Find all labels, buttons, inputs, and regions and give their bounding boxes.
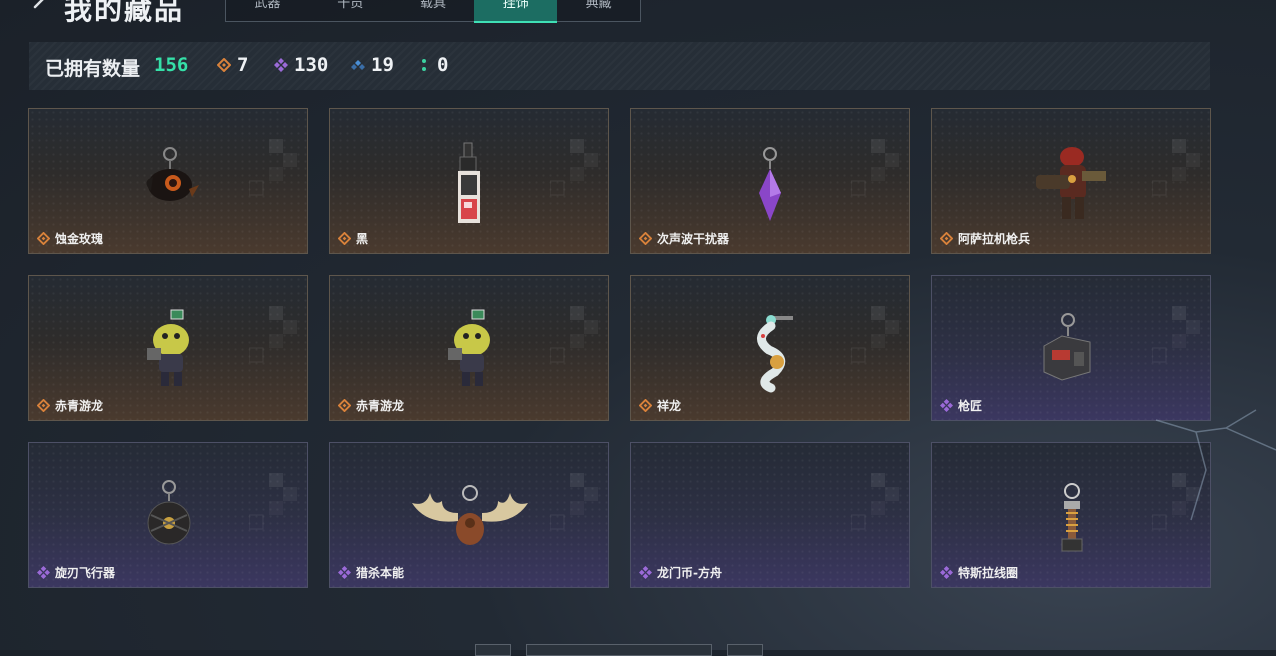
antler-trophy-charm-icon	[412, 485, 528, 545]
gun-case-charm-icon	[1043, 313, 1091, 381]
rarity-count-green: 0	[417, 54, 448, 76]
purple-crystal-charm-icon	[759, 147, 781, 221]
orange-diamond-icon	[338, 232, 351, 245]
item-label: 龙门币-方舟	[639, 564, 722, 581]
owned-label: 已拥有数量	[45, 58, 141, 80]
item-label: 黑	[338, 230, 368, 247]
item-card[interactable]: 次声波干扰器	[630, 108, 910, 254]
item-card[interactable]: 旋刃飞行器	[28, 442, 308, 588]
purple-diamond-icon	[274, 58, 288, 72]
item-name: 旋刃飞行器	[55, 566, 116, 580]
dragon-mascot-charm-icon	[147, 309, 189, 386]
orange-diamond-icon	[639, 399, 652, 412]
item-name: 龙门币-方舟	[657, 566, 722, 580]
item-label: 次声波干扰器	[639, 230, 729, 247]
lightning-crack-decoration	[1155, 409, 1276, 521]
item-card[interactable]: 黑	[329, 108, 609, 254]
item-name: 猎杀本能	[356, 566, 405, 580]
blue-diamond-icon	[351, 60, 365, 70]
page-title: 我的藏品	[64, 0, 185, 26]
purple-diamond-icon	[940, 399, 953, 412]
item-label: 阿萨拉机枪兵	[940, 230, 1030, 247]
dragon-mascot-charm-icon	[448, 309, 490, 386]
gunner-figure-charm-icon	[1036, 147, 1106, 219]
purple-diamond-icon	[639, 566, 652, 579]
rarity-count-orange: 7	[217, 54, 248, 76]
item-name: 枪匠	[958, 399, 983, 413]
page-indicator	[526, 644, 712, 656]
item-label: 旋刃飞行器	[37, 564, 115, 581]
item-card[interactable]: 赤青游龙	[329, 275, 609, 421]
back-arrow-icon[interactable]	[30, 0, 52, 16]
orange-diamond-icon	[338, 399, 351, 412]
item-card[interactable]: 阿萨拉机枪兵	[931, 108, 1211, 254]
item-name: 蚀金玫瑰	[55, 232, 104, 246]
purple-diamond-icon	[37, 566, 50, 579]
item-name: 祥龙	[657, 399, 682, 413]
item-label: 赤青游龙	[338, 397, 404, 414]
item-card[interactable]: 龙门币-方舟	[630, 442, 910, 588]
rarity-count-blue: 19	[351, 54, 394, 76]
next-page-button[interactable]	[727, 644, 763, 656]
purple-diamond-icon	[338, 566, 351, 579]
item-name: 赤青游龙	[356, 399, 405, 413]
coiled-dragon-charm-icon	[757, 315, 793, 393]
rarity-count-value: 130	[294, 54, 329, 76]
black-rose-charm-icon	[146, 147, 199, 201]
item-name: 次声波干扰器	[657, 232, 730, 246]
rarity-count-value: 7	[237, 54, 249, 76]
item-name: 黑	[356, 232, 369, 246]
owned-total-count: 156	[154, 54, 189, 76]
item-label: 蚀金玫瑰	[37, 230, 103, 247]
item-label: 祥龙	[639, 397, 681, 414]
orange-diamond-icon	[639, 232, 652, 245]
orange-diamond-icon	[37, 399, 50, 412]
tab-operators[interactable]: 干员	[309, 0, 392, 21]
owned-summary-bar: 已拥有数量 156 7 130 19 0	[29, 42, 1210, 90]
tab-collection[interactable]: 典藏	[557, 0, 640, 21]
charm-grid: 蚀金玫瑰 黑 次声波干扰器 阿萨拉机枪兵 赤青游龙 赤青游龙 祥龙 枪匠 旋刃飞…	[28, 108, 1211, 588]
item-card[interactable]: 祥龙	[630, 275, 910, 421]
item-card[interactable]: 蚀金玫瑰	[28, 108, 308, 254]
card-tag-charm-icon	[458, 142, 480, 223]
orange-diamond-icon	[940, 232, 953, 245]
orange-diamond-icon	[217, 58, 231, 72]
tab-charms[interactable]: 挂饰	[474, 0, 558, 23]
rarity-count-value: 19	[371, 54, 394, 76]
tab-weapons[interactable]: 武器	[226, 0, 309, 21]
category-tabs: 武器 干员 载具 挂饰 典藏	[225, 0, 641, 23]
item-name: 赤青游龙	[55, 399, 104, 413]
item-label: 赤青游龙	[37, 397, 103, 414]
item-card[interactable]: 猎杀本能	[329, 442, 609, 588]
prev-page-button[interactable]	[475, 644, 511, 656]
rarity-count-value: 0	[437, 54, 449, 76]
orange-diamond-icon	[37, 232, 50, 245]
green-dots-icon	[422, 59, 426, 71]
grid-pattern-icon	[851, 473, 899, 530]
item-label: 猎杀本能	[338, 564, 404, 581]
purple-diamond-icon	[940, 566, 953, 579]
item-label: 枪匠	[940, 397, 982, 414]
item-name: 特斯拉线圈	[958, 566, 1019, 580]
item-label: 特斯拉线圈	[940, 564, 1018, 581]
drone-ball-charm-icon	[147, 480, 191, 545]
item-card[interactable]: 赤青游龙	[28, 275, 308, 421]
rarity-count-purple: 130	[274, 54, 328, 76]
item-name: 阿萨拉机枪兵	[958, 232, 1031, 246]
tab-vehicles[interactable]: 载具	[392, 0, 475, 21]
